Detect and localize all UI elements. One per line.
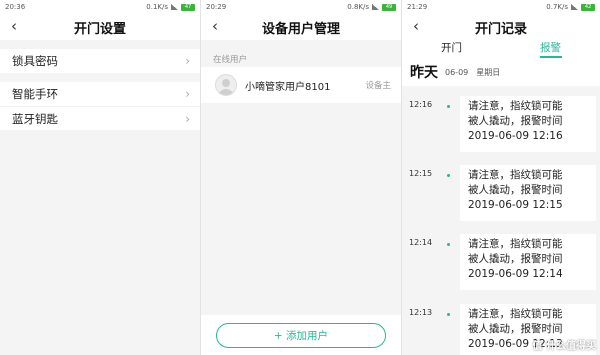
alarm-text-line: 被人撬动，报警时间 (468, 253, 563, 265)
menu-group-password: 锁具密码 › (0, 49, 200, 73)
alarm-text-line: 请注意，指纹锁可能 (468, 308, 563, 320)
alarm-card: 请注意，指纹锁可能 被人撬动，报警时间 2019-06-09 12:16 (460, 96, 596, 152)
alarm-card: 请注意，指纹锁可能 被人撬动，报警时间 2019-06-09 12:14 (460, 234, 596, 290)
page-title: 开门记录 (474, 21, 527, 37)
page-title: 开门设置 (73, 21, 126, 37)
status-bar: 21:29 0.7K/s 42 (402, 0, 600, 14)
menu-group-keys: 智能手环 › 蓝牙钥匙 › (0, 82, 200, 130)
alarm-text-line: 被人撬动，报警时间 (468, 323, 563, 335)
nav-bar: ‹ 开门设置 (0, 14, 200, 40)
user-avatar-icon (215, 74, 237, 96)
network-speed: 0.7K/s (546, 3, 568, 11)
alarm-text-line: 2019-06-09 12:16 (468, 130, 563, 142)
battery-icon: 49 (382, 3, 396, 11)
add-user-button[interactable]: + 添加用户 (216, 322, 386, 348)
chevron-right-icon: › (185, 111, 190, 126)
signal-icon (571, 4, 578, 10)
timeline-dot (447, 313, 450, 316)
alarm-text-line: 请注意，指纹锁可能 (468, 238, 563, 250)
screen-door-log: 21:29 0.7K/s 42 ‹ 开门记录 开门 报警 昨天 06-09 星期… (401, 0, 600, 355)
signal-icon (171, 4, 178, 10)
screen-lock-settings: 20:36 0.1K/s 47 ‹ 开门设置 锁具密码 › 智能手环 › 蓝牙钥… (0, 0, 200, 355)
battery-icon: 42 (581, 3, 595, 11)
back-arrow-icon[interactable]: ‹ (207, 17, 223, 35)
timeline-dot (447, 243, 450, 246)
chevron-right-icon: › (185, 87, 190, 101)
screen-user-management: 20:29 0.8K/s 49 ‹ 设备用户管理 在线用户 小嘀管家用户8101… (200, 0, 401, 355)
network-speed: 0.8K/s (347, 3, 369, 11)
alarm-time: 12:16 (409, 100, 433, 109)
back-arrow-icon[interactable]: ‹ (408, 17, 424, 35)
alarm-text-line: 请注意，指纹锁可能 (468, 100, 563, 112)
back-arrow-icon[interactable]: ‹ (6, 17, 22, 35)
section-label-online-users: 在线用户 (213, 55, 248, 65)
menu-item-label: 锁具密码 (12, 54, 58, 68)
menu-item-lock-password[interactable]: 锁具密码 › (0, 49, 200, 73)
day-date: 06-09 (445, 67, 469, 77)
alarm-time: 12:15 (409, 169, 433, 178)
site-watermark: 值 什么值得买 (532, 341, 596, 352)
nav-bar: ‹ 开门记录 (402, 14, 600, 40)
status-bar: 20:29 0.8K/s 49 (201, 0, 401, 14)
bottom-bar: + 添加用户 (201, 315, 401, 355)
nav-bar: ‹ 设备用户管理 (201, 14, 401, 40)
menu-item-label: 智能手环 (12, 87, 58, 101)
menu-item-label: 蓝牙钥匙 (12, 111, 58, 126)
alarm-text-line: 2019-06-09 12:15 (468, 199, 563, 211)
menu-item-bluetooth-key[interactable]: 蓝牙钥匙 › (0, 106, 200, 130)
alarm-time: 12:13 (409, 308, 433, 317)
network-speed: 0.1K/s (146, 3, 168, 11)
status-time: 20:29 (206, 3, 227, 11)
tab-open[interactable]: 开门 (402, 40, 501, 58)
battery-icon: 47 (181, 3, 195, 11)
timeline-dot (447, 174, 450, 177)
status-bar: 20:36 0.1K/s 47 (0, 0, 200, 14)
tab-bar: 开门 报警 (402, 40, 600, 58)
status-time: 21:29 (407, 3, 428, 11)
alarm-text-line: 请注意，指纹锁可能 (468, 169, 563, 181)
alarm-time: 12:14 (409, 238, 433, 247)
day-header: 昨天 06-09 星期日 (402, 58, 600, 86)
user-role-badge: 设备主 (365, 81, 391, 91)
chevron-right-icon: › (185, 54, 190, 68)
alarm-text-line: 被人撬动，报警时间 (468, 115, 563, 127)
page-title: 设备用户管理 (261, 21, 340, 37)
user-row[interactable]: 小嘀管家用户8101 设备主 (201, 67, 401, 103)
alarm-text-line: 被人撬动，报警时间 (468, 184, 563, 196)
day-weekday: 星期日 (476, 67, 501, 77)
alarm-card: 请注意，指纹锁可能 被人撬动，报警时间 2019-06-09 12:15 (460, 165, 596, 221)
day-label: 昨天 (410, 65, 438, 81)
user-name: 小嘀管家用户8101 (245, 81, 331, 93)
status-time: 20:36 (5, 3, 26, 11)
timeline-dot (447, 105, 450, 108)
tab-alarm[interactable]: 报警 (501, 40, 600, 58)
signal-icon (372, 4, 379, 10)
menu-item-smart-band[interactable]: 智能手环 › (0, 82, 200, 106)
alarm-text-line: 2019-06-09 12:14 (468, 268, 563, 280)
